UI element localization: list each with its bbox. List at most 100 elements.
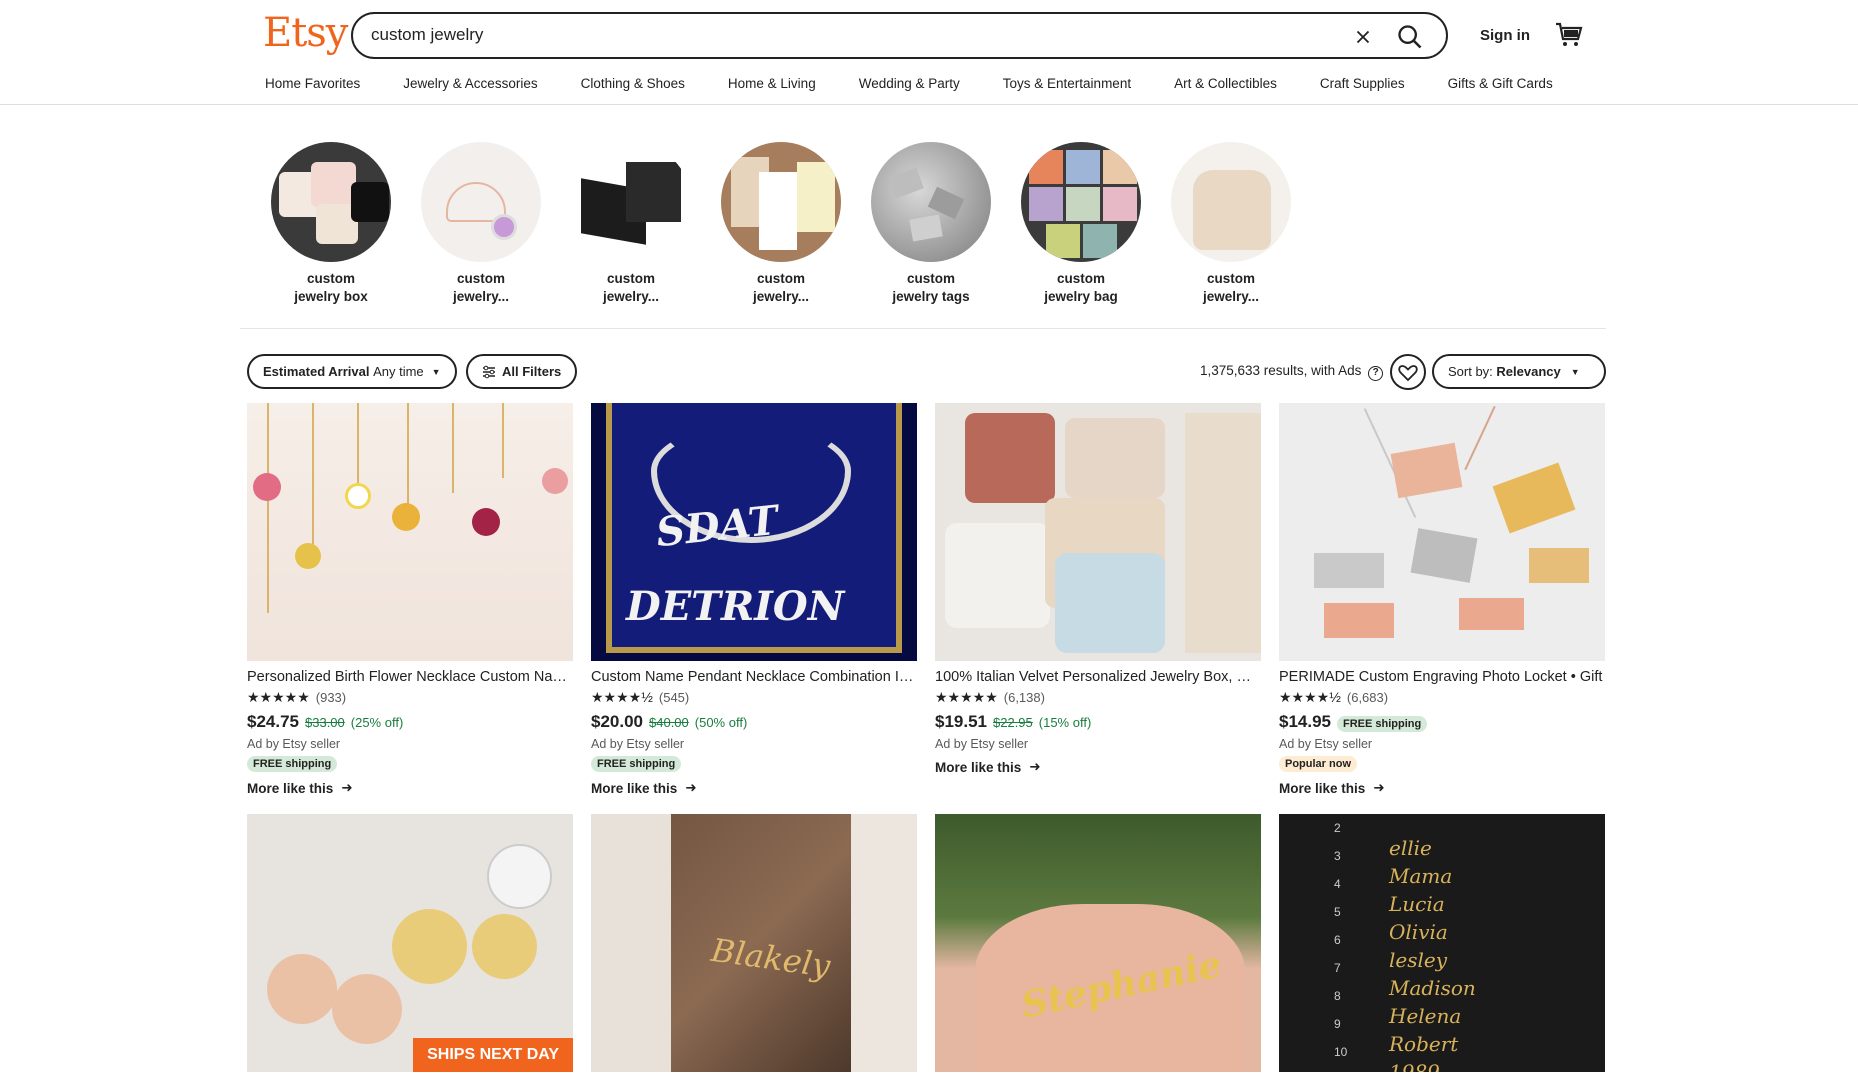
sort-dropdown[interactable]: Sort by: Relevancy ▼	[1432, 354, 1606, 389]
section-divider	[240, 328, 1606, 329]
arrow-right-icon: ➜	[1029, 759, 1041, 774]
more-like-this-link[interactable]: More like this ➜	[591, 780, 917, 796]
related-search-item[interactable]: custom jewelry...	[556, 142, 706, 306]
related-search-item[interactable]: custom jewelry...	[1156, 142, 1306, 306]
more-like-this-label: More like this	[1279, 780, 1366, 796]
arrow-right-icon: ➜	[685, 780, 697, 795]
listing-image[interactable]	[1279, 403, 1605, 661]
listing-card[interactable]: SDAT DETRION Custom Name Pendant Necklac…	[591, 403, 917, 796]
info-icon[interactable]: ?	[1368, 366, 1384, 381]
star-rating: ★★★★½	[591, 689, 653, 705]
original-price: $22.95	[993, 715, 1033, 730]
related-search-label: jewelry bag	[1044, 289, 1118, 304]
category-link[interactable]: Art & Collectibles	[1174, 76, 1277, 91]
related-search-label: custom	[456, 271, 505, 286]
arrival-label: Estimated Arrival	[263, 364, 370, 379]
all-filters-label: All Filters	[502, 364, 562, 379]
related-search-item[interactable]: custom jewelry...	[706, 142, 856, 306]
site-header: Etsy Sign in Home Favorites Jewelry & Ac…	[0, 0, 1858, 105]
category-link[interactable]: Home Favorites	[265, 76, 360, 91]
review-count: (6,138)	[1003, 690, 1045, 705]
listing-price: $19.51	[935, 712, 987, 731]
original-price: $40.00	[649, 715, 689, 730]
more-like-this-link[interactable]: More like this ➜	[247, 780, 573, 796]
popular-now-badge: Popular now	[1279, 756, 1357, 772]
clear-search-icon[interactable]	[1352, 26, 1374, 48]
listing-price: $14.95	[1279, 712, 1331, 731]
listing-image[interactable]: Blakely	[591, 814, 917, 1072]
etsy-logo[interactable]: Etsy	[263, 10, 348, 56]
heart-icon	[1398, 365, 1418, 382]
related-search-label: custom	[906, 271, 955, 286]
related-search-label: custom	[606, 271, 655, 286]
caret-down-icon: ▼	[1570, 366, 1580, 377]
listing-image[interactable]	[935, 403, 1261, 661]
listing-card[interactable]: Stephanie	[935, 814, 1261, 1072]
ad-label: Ad by Etsy seller	[591, 737, 685, 751]
arrival-value: Any time	[373, 364, 424, 379]
arrow-right-icon: ➜	[1373, 780, 1385, 795]
related-search-image	[421, 142, 541, 262]
ad-label: Ad by Etsy seller	[1279, 737, 1373, 751]
related-search-label: jewelry...	[452, 289, 510, 304]
free-shipping-badge: FREE shipping	[247, 756, 338, 772]
listing-title[interactable]: Custom Name Pendant Necklace Combination…	[591, 669, 917, 685]
listing-image[interactable]: SDAT DETRION	[591, 403, 917, 661]
search-input[interactable]	[371, 25, 1271, 45]
results-count: 1,375,633 results, with Ads ?	[1200, 363, 1384, 381]
listing-price: $20.00	[591, 712, 643, 731]
listing-title[interactable]: PERIMADE Custom Engraving Photo Locket •…	[1279, 669, 1605, 685]
listing-image[interactable]: ellie Mama Lucia Olivia lesley Madison Helena R…	[1279, 814, 1605, 1072]
related-search-item[interactable]: custom jewelry box	[256, 142, 406, 306]
related-search-image	[271, 142, 391, 262]
listing-rating: ★★★★★ (6,138)	[935, 689, 1261, 706]
category-link[interactable]: Clothing & Shoes	[581, 76, 685, 91]
category-link[interactable]: Jewelry & Accessories	[403, 76, 537, 91]
listing-title[interactable]: Personalized Birth Flower Necklace Custo…	[247, 669, 573, 685]
star-rating: ★★★★½	[1279, 689, 1341, 705]
related-search-image	[571, 142, 691, 262]
category-link[interactable]: Wedding & Party	[859, 76, 960, 91]
all-filters-button[interactable]: All Filters	[466, 354, 578, 389]
discount: (25% off)	[350, 715, 404, 730]
more-like-this-link[interactable]: More like this ➜	[1279, 780, 1605, 796]
sign-in-link[interactable]: Sign in	[1480, 27, 1530, 44]
related-search-item[interactable]: custom jewelry...	[406, 142, 556, 306]
more-like-this-link[interactable]: More like this ➜	[935, 759, 1261, 775]
listing-title[interactable]: 100% Italian Velvet Personalized Jewelry…	[935, 669, 1261, 685]
filter-sliders-icon	[483, 365, 495, 378]
original-price: $33.00	[305, 715, 345, 730]
estimated-arrival-dropdown[interactable]: Estimated Arrival Any time ▼	[247, 354, 457, 389]
sort-value: Relevancy	[1496, 364, 1561, 379]
listing-image[interactable]: Stephanie	[935, 814, 1261, 1072]
save-search-button[interactable]	[1390, 354, 1426, 390]
listing-card[interactable]: Blakely	[591, 814, 917, 1072]
related-search-label: jewelry...	[1202, 289, 1260, 304]
review-count: (545)	[658, 690, 690, 705]
listing-card[interactable]: 100% Italian Velvet Personalized Jewelry…	[935, 403, 1261, 775]
listing-card[interactable]: PERIMADE Custom Engraving Photo Locket •…	[1279, 403, 1605, 796]
related-search-item[interactable]: custom jewelry bag	[1006, 142, 1156, 306]
related-search-item[interactable]: custom jewelry tags	[856, 142, 1006, 306]
listing-image[interactable]	[247, 403, 573, 661]
related-search-image	[1171, 142, 1291, 262]
search-icon[interactable]	[1396, 23, 1424, 51]
listing-card[interactable]: Personalized Birth Flower Necklace Custo…	[247, 403, 573, 796]
search-bar[interactable]	[351, 12, 1448, 59]
related-search-label: jewelry...	[602, 289, 660, 304]
listing-card[interactable]: SHIPS NEXT DAY	[247, 814, 573, 1072]
listing-card[interactable]: ellie Mama Lucia Olivia lesley Madison Helena R…	[1279, 814, 1605, 1072]
listing-image[interactable]: SHIPS NEXT DAY	[247, 814, 573, 1072]
cart-icon[interactable]	[1555, 22, 1583, 48]
related-search-label: custom	[1206, 271, 1255, 286]
related-search-label: custom	[306, 271, 355, 286]
related-search-label: custom	[756, 271, 805, 286]
category-link[interactable]: Craft Supplies	[1320, 76, 1405, 91]
ad-label: Ad by Etsy seller	[247, 737, 341, 751]
category-link[interactable]: Home & Living	[728, 76, 816, 91]
more-like-this-label: More like this	[591, 780, 678, 796]
caret-down-icon: ▼	[431, 366, 441, 377]
category-link[interactable]: Gifts & Gift Cards	[1448, 76, 1553, 91]
category-link[interactable]: Toys & Entertainment	[1003, 76, 1131, 91]
star-rating: ★★★★★	[935, 689, 998, 705]
